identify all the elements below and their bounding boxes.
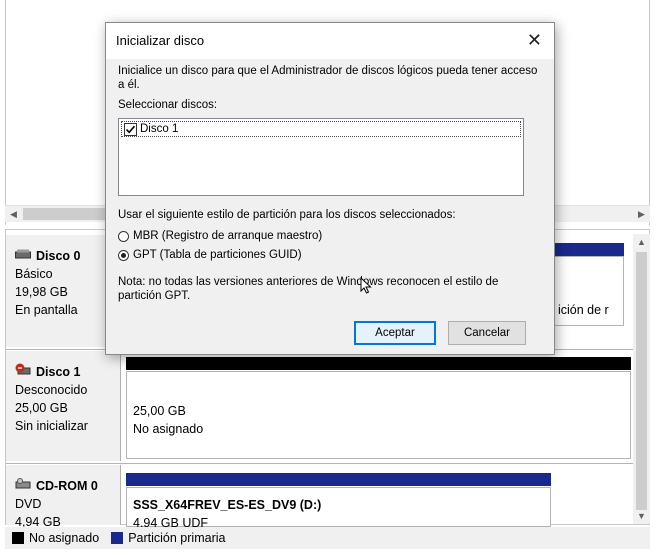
disk-error-icon bbox=[15, 363, 31, 381]
unallocated-volume[interactable]: 25,00 GB No asignado bbox=[126, 371, 631, 459]
disk-1-type: Desconocido bbox=[15, 383, 88, 397]
checkmark-icon bbox=[125, 125, 136, 133]
partition-box[interactable]: ición de r bbox=[554, 256, 624, 326]
gpt-label: GPT (Tabla de particiones GUID) bbox=[133, 249, 302, 261]
partition-style-label: Usar el siguiente estilo de partición pa… bbox=[118, 209, 456, 221]
disk-list-item-label: Disco 1 bbox=[140, 123, 179, 135]
disk-1-size: 25,00 GB bbox=[15, 401, 68, 415]
instruction-text: Inicialice un disco para que el Administ… bbox=[118, 65, 538, 91]
unallocated-bar bbox=[126, 357, 631, 370]
mouse-cursor-icon bbox=[360, 276, 372, 297]
option-mbr[interactable]: MBR (Registro de arranque maestro) bbox=[118, 230, 322, 242]
disk-row-cdrom: CD-ROM 0 DVD 4,94 GB SSS_X64FREV_ES-ES_D… bbox=[6, 465, 633, 530]
vertical-scroll-thumb[interactable] bbox=[636, 252, 647, 510]
scroll-left-icon[interactable]: ◀ bbox=[5, 206, 22, 223]
close-icon[interactable]: ✕ bbox=[527, 31, 542, 49]
scroll-right-icon[interactable]: ▶ bbox=[633, 206, 650, 223]
cdrom-icon bbox=[15, 477, 31, 495]
gpt-radio[interactable] bbox=[118, 249, 129, 261]
disk-1-name: Disco 1 bbox=[36, 365, 81, 379]
disk-list-item[interactable]: Disco 1 bbox=[121, 121, 521, 137]
primary-bar bbox=[126, 473, 551, 486]
mbr-radio[interactable] bbox=[118, 230, 129, 242]
checkbox[interactable] bbox=[124, 122, 137, 136]
disk-listbox[interactable]: Disco 1 bbox=[118, 118, 524, 196]
note-text: Nota: no todas las versiones anteriores … bbox=[118, 276, 499, 302]
cdrom-volume[interactable]: SSS_X64FREV_ES-ES_DV9 (D:) 4,94 GB UDF bbox=[126, 487, 551, 530]
partition-bar bbox=[554, 243, 624, 256]
volume-size: 25,00 GB bbox=[133, 404, 186, 418]
partition-label: ición de r bbox=[558, 303, 609, 317]
scroll-up-icon[interactable]: ▲ bbox=[633, 234, 650, 250]
legend: No asignado Partición primaria bbox=[5, 527, 650, 549]
legend-primary: Partición primaria bbox=[128, 531, 226, 545]
vertical-scrollbar[interactable]: ▲ ▼ bbox=[633, 234, 650, 524]
dialog-body: Inicialice un disco para que el Administ… bbox=[118, 64, 538, 112]
cdrom-volume-label: SSS_X64FREV_ES-ES_DV9 (D:) bbox=[133, 498, 322, 512]
disk-icon bbox=[15, 247, 31, 265]
disk-1-info[interactable]: Disco 1 Desconocido 25,00 GB Sin inicial… bbox=[6, 351, 121, 461]
disk-row-1: Disco 1 Desconocido 25,00 GB Sin inicial… bbox=[6, 351, 633, 461]
dialog-title-bar[interactable]: Inicializar disco ✕ bbox=[106, 23, 554, 59]
cdrom-type: DVD bbox=[15, 497, 42, 511]
ok-button[interactable]: Aceptar bbox=[354, 321, 436, 345]
initialize-disk-dialog: Inicializar disco ✕ Inicialice un disco … bbox=[105, 22, 555, 355]
mbr-label: MBR (Registro de arranque maestro) bbox=[133, 230, 323, 242]
disk-0-info[interactable]: Disco 0 Básico 19,98 GB En pantalla bbox=[6, 235, 121, 347]
option-gpt[interactable]: GPT (Tabla de particiones GUID) bbox=[118, 249, 302, 261]
cancel-button[interactable]: Cancelar bbox=[448, 321, 526, 345]
legend-unallocated: No asignado bbox=[29, 531, 100, 545]
scroll-down-icon[interactable]: ▼ bbox=[633, 508, 650, 524]
unallocated-swatch bbox=[12, 532, 24, 544]
disk-0-name: Disco 0 bbox=[36, 249, 81, 263]
select-disks-label: Seleccionar discos: bbox=[118, 99, 218, 111]
cdrom-info[interactable]: CD-ROM 0 DVD 4,94 GB bbox=[6, 465, 121, 529]
dialog-title: Inicializar disco bbox=[116, 33, 205, 48]
horizontal-scroll-thumb[interactable] bbox=[23, 208, 108, 220]
primary-swatch bbox=[111, 532, 124, 544]
disk-1-status: Sin inicializar bbox=[15, 419, 88, 433]
row-divider bbox=[6, 463, 633, 464]
volume-state: No asignado bbox=[133, 422, 204, 436]
cdrom-name: CD-ROM 0 bbox=[36, 479, 98, 493]
